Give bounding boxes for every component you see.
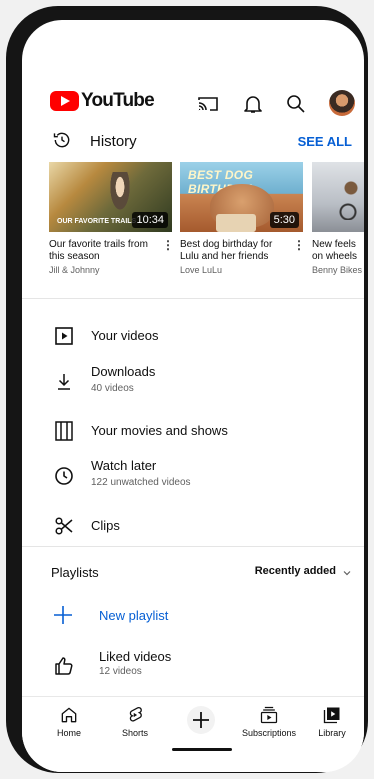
see-all-button[interactable]: SEE ALL [298,134,352,149]
playlists-title: Playlists [51,565,99,580]
nav-label: Library [318,728,346,738]
playlists-header: Playlists Recently added [22,560,364,584]
row-label: Downloads [91,364,156,379]
thumbnail-image-detail [216,214,256,232]
thumbnail-image [105,172,135,222]
nav-label: Home [56,728,81,738]
chevron-down-icon[interactable] [342,568,352,578]
youtube-logo[interactable]: YouTube [50,90,155,112]
history-card[interactable]: OUR FAVORITE TRAILS 10:34 Our favorite t… [49,162,174,275]
clips-row[interactable]: Clips [22,506,364,546]
plus-icon [54,606,72,624]
history-card[interactable]: New feels on wheels Benny Bikes [312,162,364,275]
nav-home[interactable]: Home [39,705,99,738]
history-section-header: History SEE ALL [22,128,364,154]
download-icon [58,374,70,390]
phone-frame: YouTube History SEE ALL OUR FAVORITE TRA… [6,6,368,773]
create-button[interactable] [171,705,231,735]
downloads-row[interactable]: Downloads 40 videos [22,360,364,404]
new-playlist-row[interactable]: New playlist [22,595,364,635]
top-app-bar: YouTube [22,84,364,124]
video-title[interactable]: Our favorite trails from this season [49,239,161,263]
clock-icon [55,467,73,485]
logo-text: YouTube [81,90,155,111]
nav-library[interactable]: Library [302,705,362,738]
app-screen: YouTube History SEE ALL OUR FAVORITE TRA… [22,20,364,772]
video-thumbnail[interactable]: OUR FAVORITE TRAILS 10:34 [49,162,172,232]
nav-label: Subscriptions [241,728,297,738]
row-label: Watch later [91,458,157,473]
history-icon [53,132,70,148]
duration-badge: 10:34 [132,212,168,228]
home-icon [61,707,77,723]
row-label: Liked videos [99,649,172,664]
thumbs-up-icon [55,657,73,675]
video-thumbnail[interactable] [312,162,364,232]
new-playlist-label: New playlist [99,608,169,623]
sort-dropdown[interactable]: Recently added [255,565,336,577]
row-label: Clips [91,518,120,533]
thumbnail-overlay-text: OUR FAVORITE TRAILS [57,218,137,225]
channel-name: Love LuLu [180,265,223,275]
more-options-icon[interactable]: ⋮ [293,238,305,252]
youtube-play-icon [50,91,79,111]
thumbnail-image [336,180,364,220]
divider [22,298,364,299]
video-title[interactable]: Best dog birthday for Lulu and her frien… [180,239,292,263]
play-box-icon [55,327,73,345]
scissors-icon [55,517,73,535]
liked-videos-row[interactable]: Liked videos 12 videos [22,644,364,688]
avatar[interactable] [329,90,355,116]
row-sublabel: 40 videos [91,383,134,394]
history-carousel[interactable]: OUR FAVORITE TRAILS 10:34 Our favorite t… [49,162,364,282]
nav-label: Shorts [121,728,148,738]
video-title[interactable]: New feels on wheels [312,239,364,263]
bottom-navigation: Home Shorts Subscriptions Library [22,696,364,772]
film-strip-icon [55,421,73,441]
your-videos-row[interactable]: Your videos [22,316,364,356]
row-sublabel: 122 unwatched videos [91,477,191,488]
nav-subscriptions[interactable]: Subscriptions [237,705,301,738]
bell-icon[interactable] [241,92,265,116]
video-thumbnail[interactable]: BEST DOG BIRTHDAY 5:30 [180,162,303,232]
duration-badge: 5:30 [269,212,299,228]
row-label: Your movies and shows [91,423,228,438]
watch-later-row[interactable]: Watch later 122 unwatched videos [22,454,364,498]
divider [22,546,364,547]
cast-icon[interactable] [196,92,220,116]
history-card[interactable]: BEST DOG BIRTHDAY 5:30 Best dog birthday… [180,162,305,275]
movies-shows-row[interactable]: Your movies and shows [22,411,364,451]
row-label: Your videos [91,328,159,343]
more-options-icon[interactable]: ⋮ [162,238,174,252]
channel-name: Jill & Johnny [49,265,100,275]
library-icon [323,707,340,724]
row-sublabel: 12 videos [99,666,142,677]
subscriptions-icon [260,706,278,724]
nav-shorts[interactable]: Shorts [105,705,165,738]
channel-name: Benny Bikes [312,265,363,275]
create-plus-icon [187,706,215,734]
shorts-icon [129,706,142,722]
home-indicator [172,748,232,751]
history-title: History [90,133,137,150]
search-icon[interactable] [284,92,308,116]
